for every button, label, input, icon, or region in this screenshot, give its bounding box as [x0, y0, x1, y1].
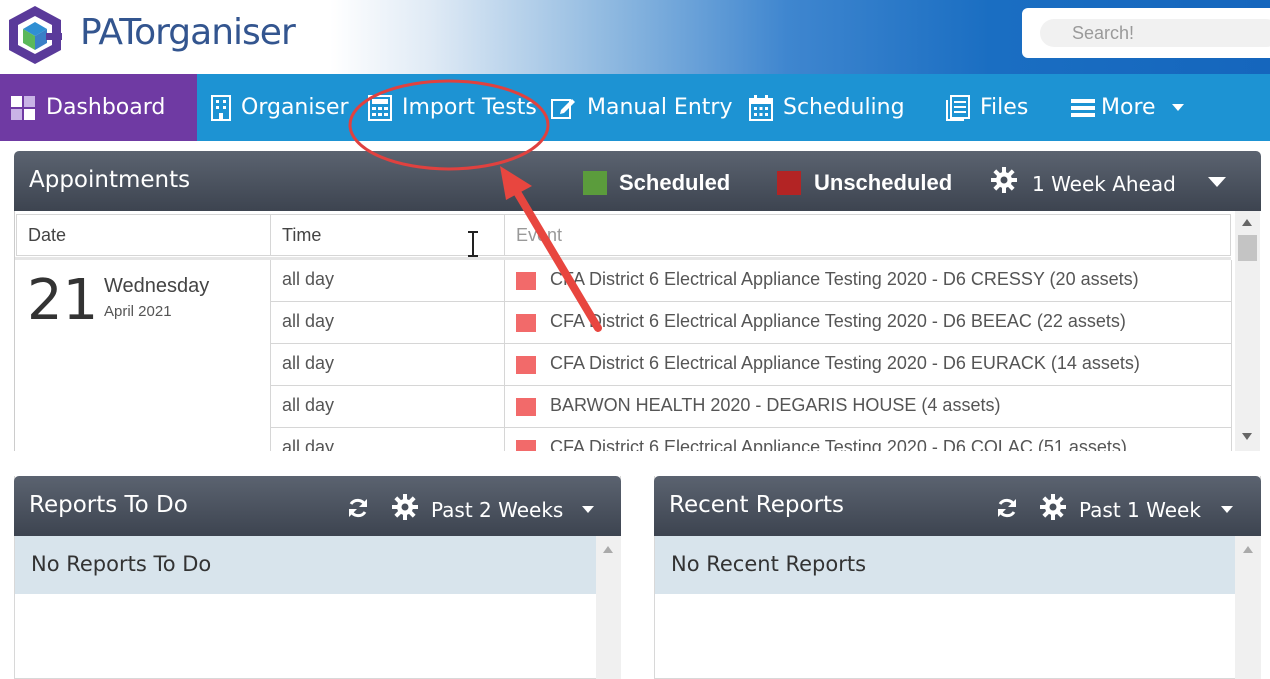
files-icon: [946, 94, 970, 121]
edit-icon: [551, 98, 575, 119]
nav-manual-entry-label: Manual Entry: [587, 95, 733, 120]
column-header-date: Date: [16, 214, 271, 256]
time-cell: all day: [270, 386, 504, 428]
scrollbar-thumb[interactable]: [1238, 235, 1257, 261]
reports-todo-title: Reports To Do: [29, 492, 188, 518]
event-title: CFA District 6 Electrical Appliance Test…: [550, 311, 1126, 331]
nav-more-label: More: [1101, 95, 1156, 120]
time-cell: all day: [270, 428, 504, 451]
chevron-down-icon: [1171, 104, 1184, 111]
event-cell: CFA District 6 Electrical Appliance Test…: [504, 302, 1232, 344]
scroll-up-arrow-icon[interactable]: [603, 546, 613, 553]
event-cell: CFA District 6 Electrical Appliance Test…: [504, 260, 1232, 302]
appointments-range[interactable]: 1 Week Ahead: [1032, 172, 1176, 196]
recent-reports-range[interactable]: Past 1 Week: [1079, 498, 1201, 522]
reports-todo-empty: No Reports To Do: [15, 536, 596, 594]
nav-import-tests-label: Import Tests: [402, 95, 537, 120]
event-title: BARWON HEALTH 2020 - DEGARIS HOUSE (4 as…: [550, 395, 1001, 415]
event-title: CFA District 6 Electrical Appliance Test…: [550, 437, 1127, 451]
refresh-icon[interactable]: [347, 497, 369, 519]
calendar-icon: [749, 94, 773, 121]
table-row[interactable]: all day BARWON HEALTH 2020 - DEGARIS HOU…: [270, 386, 1232, 428]
recent-reports-empty: No Recent Reports: [655, 536, 1235, 594]
search-input[interactable]: [1040, 19, 1270, 47]
nav-dashboard-label: Dashboard: [46, 95, 166, 120]
event-cell: CFA District 6 Electrical Appliance Test…: [504, 428, 1232, 451]
chevron-down-icon[interactable]: [1208, 177, 1226, 187]
event-status-swatch: [516, 356, 536, 374]
nav-dashboard[interactable]: Dashboard: [0, 74, 197, 141]
nav-scheduling-label: Scheduling: [783, 95, 905, 120]
event-status-swatch: [516, 272, 536, 290]
table-row[interactable]: all day CFA District 6 Electrical Applia…: [270, 302, 1232, 344]
gear-icon[interactable]: [991, 167, 1017, 193]
text-cursor-icon: [468, 231, 478, 257]
patorganiser-logo-icon[interactable]: [6, 4, 64, 66]
main-navigation: Dashboard Organiser Import Tests Manual …: [0, 74, 1270, 141]
refresh-icon[interactable]: [996, 497, 1018, 519]
scheduled-swatch: [583, 171, 607, 195]
unscheduled-label: Unscheduled: [814, 170, 953, 195]
event-status-swatch: [516, 398, 536, 416]
recent-reports-header: Recent Reports Past 1 Week: [654, 476, 1261, 536]
appointments-title: Appointments: [29, 167, 191, 193]
menu-icon: [1071, 98, 1095, 117]
scheduled-label: Scheduled: [619, 170, 731, 195]
recent-reports-scrollbar[interactable]: [1235, 536, 1261, 679]
nav-import-tests[interactable]: Import Tests: [368, 74, 537, 141]
column-header-event: Event: [504, 214, 1231, 256]
dashboard-icon: [11, 95, 35, 120]
recent-reports-title: Recent Reports: [669, 492, 845, 518]
gear-icon[interactable]: [392, 494, 418, 520]
brand-name: PATorganiser: [80, 12, 296, 53]
nav-scheduling[interactable]: Scheduling: [749, 74, 905, 141]
event-title: CFA District 6 Electrical Appliance Test…: [550, 353, 1140, 373]
reports-todo-header: Reports To Do Past 2 Weeks: [14, 476, 621, 536]
unscheduled-swatch: [777, 171, 801, 195]
app-header: PATorganiser: [0, 0, 1270, 74]
date-cell: 21 Wednesday April 2021: [15, 260, 270, 451]
appointments-header: Appointments Scheduled Unscheduled 1 Wee…: [14, 151, 1261, 211]
scroll-up-arrow-icon[interactable]: [1243, 546, 1253, 553]
event-title: CFA District 6 Electrical Appliance Test…: [550, 269, 1139, 289]
recent-reports-panel: Recent Reports Past 1 Week No Recent Rep…: [654, 476, 1261, 679]
appointments-table: Date Time Event 21 Wednesday April 2021 …: [14, 211, 1232, 451]
appointments-scrollbar[interactable]: [1235, 211, 1260, 451]
date-month-year: April 2021: [104, 303, 172, 320]
scroll-up-arrow-icon[interactable]: [1242, 219, 1252, 226]
calculator-icon: [368, 94, 392, 121]
table-row[interactable]: all day CFA District 6 Electrical Applia…: [270, 428, 1232, 451]
nav-organiser[interactable]: Organiser: [211, 74, 349, 141]
event-cell: CFA District 6 Electrical Appliance Test…: [504, 344, 1232, 386]
chevron-down-icon[interactable]: [1221, 506, 1233, 513]
time-cell: all day: [270, 260, 504, 302]
nav-files[interactable]: Files: [946, 74, 1028, 141]
scroll-down-arrow-icon[interactable]: [1242, 433, 1252, 440]
nav-more[interactable]: More: [1071, 74, 1184, 141]
time-cell: all day: [270, 302, 504, 344]
event-cell: BARWON HEALTH 2020 - DEGARIS HOUSE (4 as…: [504, 386, 1232, 428]
table-row[interactable]: all day CFA District 6 Electrical Applia…: [270, 344, 1232, 386]
nav-files-label: Files: [980, 95, 1029, 120]
nav-manual-entry[interactable]: Manual Entry: [551, 74, 732, 141]
reports-todo-scrollbar[interactable]: [596, 536, 621, 679]
reports-todo-panel: Reports To Do Past 2 Weeks No Reports To…: [14, 476, 621, 679]
date-weekday: Wednesday: [104, 275, 210, 297]
event-status-swatch: [516, 314, 536, 332]
chevron-down-icon[interactable]: [582, 506, 594, 513]
event-status-swatch: [516, 440, 536, 451]
date-day: 21: [27, 268, 99, 333]
time-cell: all day: [270, 344, 504, 386]
building-icon: [211, 94, 231, 121]
nav-organiser-label: Organiser: [241, 95, 349, 120]
table-row[interactable]: all day CFA District 6 Electrical Applia…: [270, 260, 1232, 302]
reports-todo-range[interactable]: Past 2 Weeks: [431, 498, 563, 522]
gear-icon[interactable]: [1040, 494, 1066, 520]
